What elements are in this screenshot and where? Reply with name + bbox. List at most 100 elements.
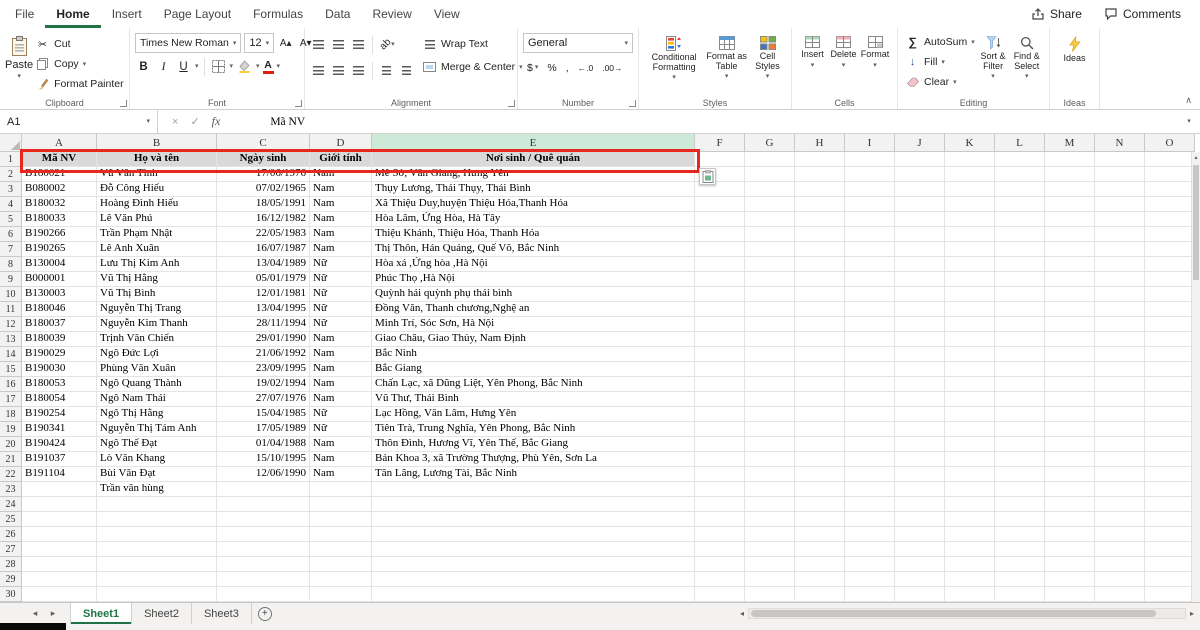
- cell-F28[interactable]: [695, 557, 745, 572]
- cell-K19[interactable]: [945, 422, 995, 437]
- cell-L9[interactable]: [995, 272, 1045, 287]
- cell-O30[interactable]: [1145, 587, 1195, 602]
- cell-G24[interactable]: [745, 497, 795, 512]
- cell-O16[interactable]: [1145, 377, 1195, 392]
- cell-H8[interactable]: [795, 257, 845, 272]
- cell-F4[interactable]: [695, 197, 745, 212]
- row-header-4[interactable]: 4: [0, 197, 22, 212]
- cell-L21[interactable]: [995, 452, 1045, 467]
- row-header-1[interactable]: 1: [0, 152, 22, 167]
- cell-J14[interactable]: [895, 347, 945, 362]
- row-header-15[interactable]: 15: [0, 362, 22, 377]
- cell-B2[interactable]: Vũ Văn Tình: [97, 167, 217, 182]
- cell-G28[interactable]: [745, 557, 795, 572]
- cell-L10[interactable]: [995, 287, 1045, 302]
- cell-G13[interactable]: [745, 332, 795, 347]
- cell-I12[interactable]: [845, 317, 895, 332]
- cell-N27[interactable]: [1095, 542, 1145, 557]
- formula-input[interactable]: Mã NV: [234, 110, 1178, 133]
- cell-N8[interactable]: [1095, 257, 1145, 272]
- cell-G23[interactable]: [745, 482, 795, 497]
- cell-N23[interactable]: [1095, 482, 1145, 497]
- cell-I6[interactable]: [845, 227, 895, 242]
- cell-C27[interactable]: [217, 542, 310, 557]
- cell-K23[interactable]: [945, 482, 995, 497]
- cell-L13[interactable]: [995, 332, 1045, 347]
- decrease-decimal-button[interactable]: .00→: [598, 58, 626, 77]
- cell-B21[interactable]: Lò Văn Khang: [97, 452, 217, 467]
- cell-J20[interactable]: [895, 437, 945, 452]
- cell-A21[interactable]: B191037: [22, 452, 97, 467]
- menu-tab-data[interactable]: Data: [314, 0, 361, 28]
- column-header-M[interactable]: M: [1045, 134, 1095, 152]
- cell-D9[interactable]: Nữ: [310, 272, 372, 287]
- cell-O15[interactable]: [1145, 362, 1195, 377]
- cell-L26[interactable]: [995, 527, 1045, 542]
- cell-F29[interactable]: [695, 572, 745, 587]
- cell-K27[interactable]: [945, 542, 995, 557]
- cell-E18[interactable]: Lạc Hồng, Văn Lâm, Hưng Yên: [372, 407, 695, 422]
- decrease-indent-button[interactable]: [378, 61, 395, 80]
- cell-I29[interactable]: [845, 572, 895, 587]
- row-header-17[interactable]: 17: [0, 392, 22, 407]
- cell-I3[interactable]: [845, 182, 895, 197]
- grow-font-button[interactable]: A▴: [277, 34, 294, 53]
- cell-E7[interactable]: Thị Thôn, Hán Quảng, Quế Võ, Bắc Ninh: [372, 242, 695, 257]
- row-header-9[interactable]: 9: [0, 272, 22, 287]
- cell-E22[interactable]: Tân Lãng, Lương Tài, Bắc Ninh: [372, 467, 695, 482]
- cell-L8[interactable]: [995, 257, 1045, 272]
- cell-B12[interactable]: Nguyễn Kim Thanh: [97, 317, 217, 332]
- cell-H28[interactable]: [795, 557, 845, 572]
- cell-H15[interactable]: [795, 362, 845, 377]
- cell-E1[interactable]: Nơi sinh / Quê quán: [372, 152, 695, 167]
- cell-B18[interactable]: Ngô Thị Hằng: [97, 407, 217, 422]
- wrap-text-button[interactable]: Wrap Text: [420, 35, 525, 53]
- cell-K16[interactable]: [945, 377, 995, 392]
- cell-E5[interactable]: Hòa Lâm, Ứng Hòa, Hà Tây: [372, 212, 695, 227]
- row-header-25[interactable]: 25: [0, 512, 22, 527]
- cell-A25[interactable]: [22, 512, 97, 527]
- cell-E28[interactable]: [372, 557, 695, 572]
- cell-J22[interactable]: [895, 467, 945, 482]
- cell-N9[interactable]: [1095, 272, 1145, 287]
- cell-I16[interactable]: [845, 377, 895, 392]
- row-header-13[interactable]: 13: [0, 332, 22, 347]
- cell-B5[interactable]: Lê Văn Phú: [97, 212, 217, 227]
- cell-M1[interactable]: [1045, 152, 1095, 167]
- cell-K24[interactable]: [945, 497, 995, 512]
- cell-K13[interactable]: [945, 332, 995, 347]
- increase-decimal-button[interactable]: ←.0: [574, 58, 598, 77]
- cell-N20[interactable]: [1095, 437, 1145, 452]
- cell-D25[interactable]: [310, 512, 372, 527]
- cell-G26[interactable]: [745, 527, 795, 542]
- cell-E16[interactable]: Chấn Lạc, xã Dũng Liệt, Yên Phong, Bắc N…: [372, 377, 695, 392]
- cell-C7[interactable]: 16/07/1987: [217, 242, 310, 257]
- column-header-G[interactable]: G: [745, 134, 795, 152]
- cell-N15[interactable]: [1095, 362, 1145, 377]
- cell-K4[interactable]: [945, 197, 995, 212]
- cell-E9[interactable]: Phúc Thọ ,Hà Nội: [372, 272, 695, 287]
- cell-O11[interactable]: [1145, 302, 1195, 317]
- cell-D12[interactable]: Nữ: [310, 317, 372, 332]
- cell-M21[interactable]: [1045, 452, 1095, 467]
- cell-C6[interactable]: 22/05/1983: [217, 227, 310, 242]
- cell-C5[interactable]: 16/12/1982: [217, 212, 310, 227]
- cell-O6[interactable]: [1145, 227, 1195, 242]
- cell-B30[interactable]: [97, 587, 217, 602]
- cell-A24[interactable]: [22, 497, 97, 512]
- cell-C9[interactable]: 05/01/1979: [217, 272, 310, 287]
- column-header-L[interactable]: L: [995, 134, 1045, 152]
- cell-O2[interactable]: [1145, 167, 1195, 182]
- conditional-formatting-button[interactable]: Conditional Formatting ▾: [644, 32, 704, 81]
- cell-G9[interactable]: [745, 272, 795, 287]
- cell-E19[interactable]: Tiên Trà, Trung Nghĩa, Yên Phong, Bắc Ni…: [372, 422, 695, 437]
- cell-O24[interactable]: [1145, 497, 1195, 512]
- row-header-5[interactable]: 5: [0, 212, 22, 227]
- cell-B7[interactable]: Lê Anh Xuân: [97, 242, 217, 257]
- cell-D22[interactable]: Nam: [310, 467, 372, 482]
- cell-I28[interactable]: [845, 557, 895, 572]
- cell-O21[interactable]: [1145, 452, 1195, 467]
- cell-O29[interactable]: [1145, 572, 1195, 587]
- cell-E3[interactable]: Thụy Lương, Thái Thụy, Thái Bình: [372, 182, 695, 197]
- cell-G16[interactable]: [745, 377, 795, 392]
